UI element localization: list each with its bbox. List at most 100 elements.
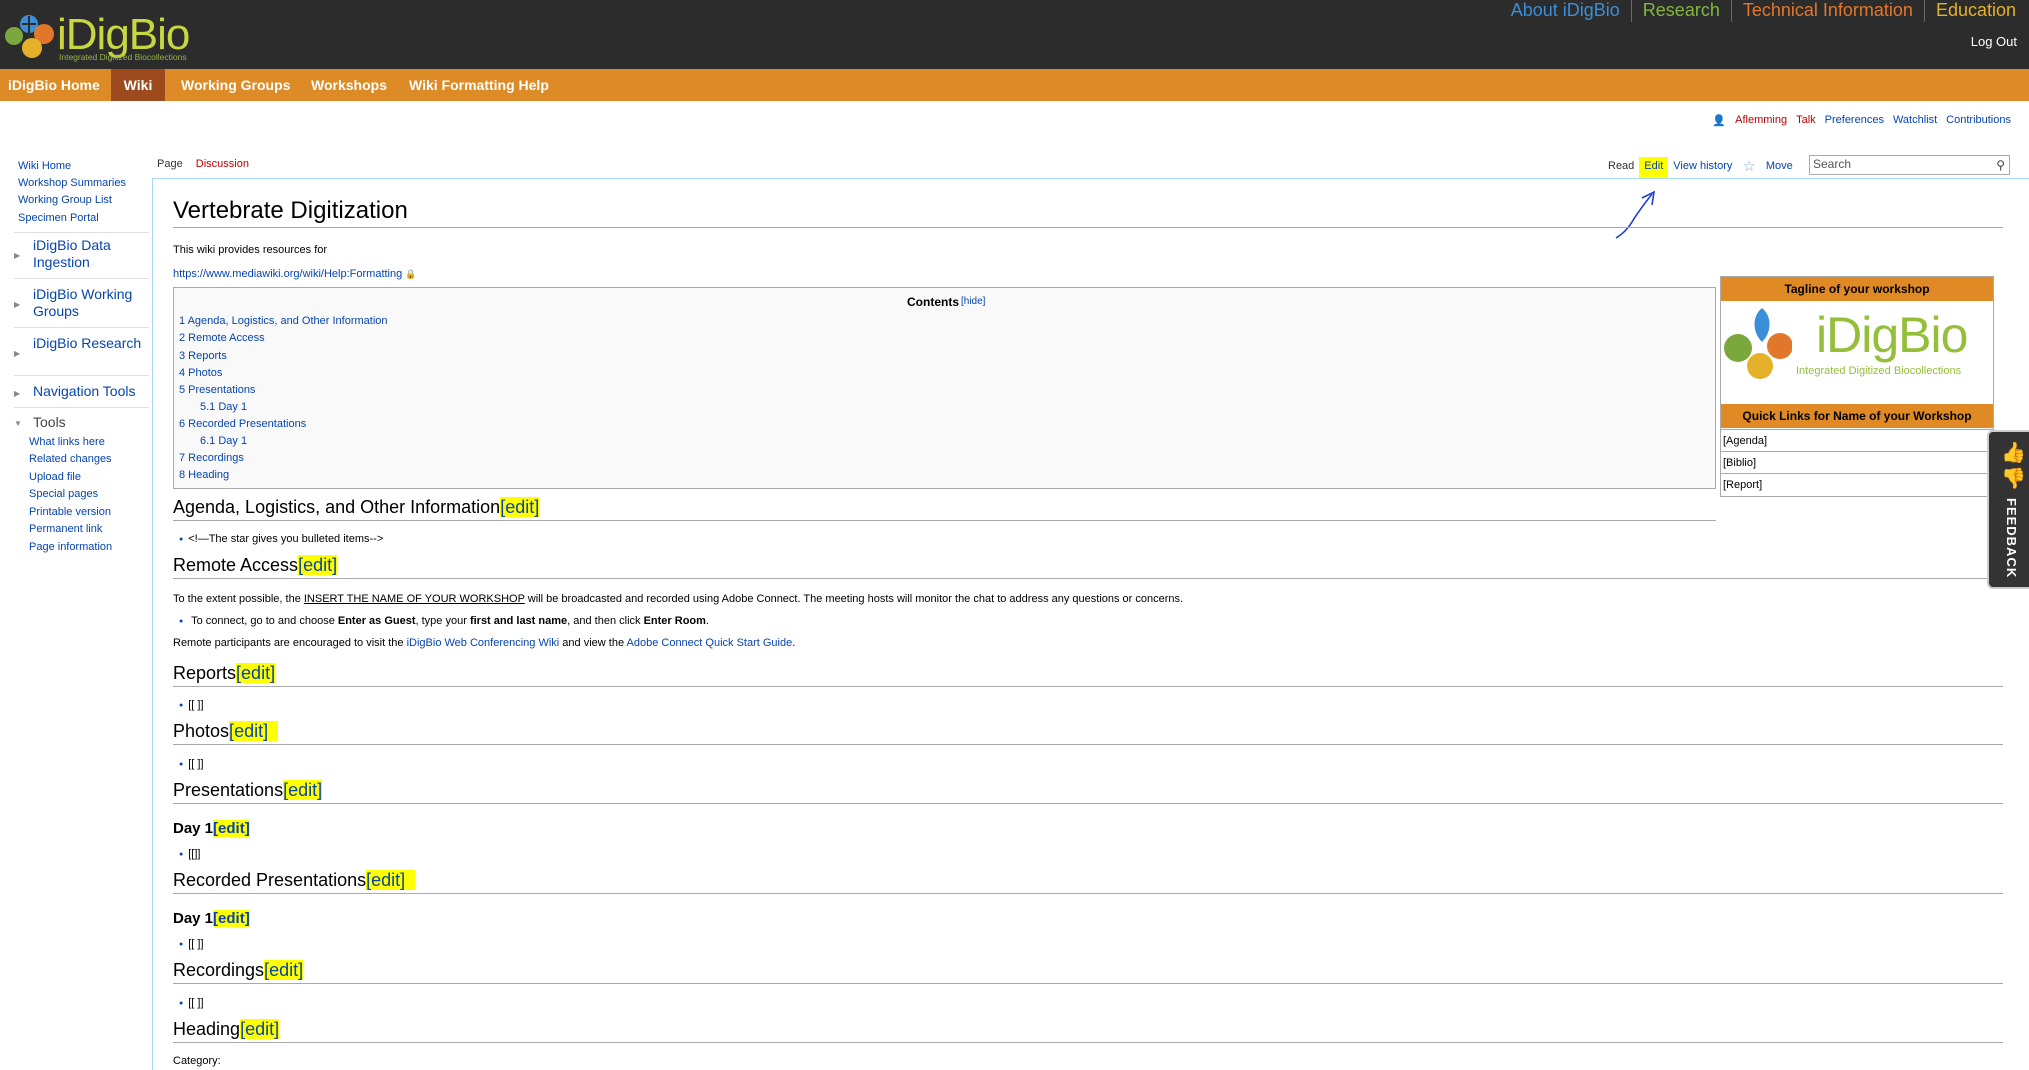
sidebar-portal-research[interactable]: iDigBio Research bbox=[33, 335, 148, 352]
edit-section-link[interactable]: [edit] bbox=[213, 820, 250, 837]
nav-wiki[interactable]: Wiki bbox=[111, 69, 165, 101]
edit-link-text[interactable]: edit bbox=[288, 780, 317, 800]
tool-upload-file[interactable]: Upload file bbox=[29, 471, 81, 483]
edit-section-link[interactable]: [edit] bbox=[236, 663, 276, 683]
tab-move[interactable]: Move bbox=[1761, 157, 1798, 178]
edit-link-text[interactable]: edit bbox=[218, 910, 245, 927]
toc-item[interactable]: 7 Recordings bbox=[179, 452, 244, 464]
tool-page-information[interactable]: Page information bbox=[29, 541, 112, 553]
edit-link-text[interactable]: edit bbox=[303, 555, 332, 575]
sidebar-portal-navigation-tools[interactable]: Navigation Tools bbox=[33, 383, 148, 400]
expand-arrow-icon[interactable]: ▶ bbox=[14, 349, 20, 358]
tool-what-links-here[interactable]: What links here bbox=[29, 436, 105, 448]
sidebar-portal-working-groups[interactable]: iDigBio Working Groups bbox=[33, 286, 148, 320]
user-link[interactable]: Aflemming bbox=[1735, 114, 1787, 127]
web-conferencing-wiki-link[interactable]: iDigBio Web Conferencing Wiki bbox=[407, 637, 560, 649]
thumbs-down-icon[interactable]: 👎 bbox=[2001, 466, 2026, 491]
mediawiki-help-link[interactable]: https://www.mediawiki.org/wiki/Help:Form… bbox=[173, 268, 402, 280]
edit-section-link[interactable]: [edit] bbox=[213, 910, 250, 927]
contributions-link[interactable]: Contributions bbox=[1946, 114, 2011, 127]
edit-link-text[interactable]: edit bbox=[218, 820, 245, 837]
edit-section-link[interactable]: [edit] bbox=[229, 721, 279, 741]
remote-participants-text: Remote participants are encouraged to vi… bbox=[173, 637, 404, 649]
workshop-infobox: Tagline of your workshop iDigBio Integra… bbox=[1720, 276, 1994, 497]
photos-bullet: [[ ]] bbox=[179, 758, 203, 770]
sidebar-tools-heading[interactable]: Tools bbox=[33, 414, 148, 431]
edit-link-text[interactable]: edit bbox=[371, 870, 400, 890]
tab-page[interactable]: Page bbox=[157, 158, 183, 170]
top-nav-technical-information[interactable]: Technical Information bbox=[1730, 0, 1924, 22]
sidebar-link-wiki-home[interactable]: Wiki Home bbox=[18, 160, 71, 172]
tab-read[interactable]: Read bbox=[1603, 157, 1639, 178]
edit-link-text[interactable]: edit bbox=[269, 960, 298, 980]
logout-link[interactable]: Log Out bbox=[1971, 34, 2017, 49]
toc-subitem[interactable]: 6.1 Day 1 bbox=[200, 435, 247, 447]
tool-related-changes[interactable]: Related changes bbox=[29, 453, 112, 465]
nav-working-groups[interactable]: Working Groups bbox=[181, 69, 290, 101]
expand-arrow-icon[interactable]: ▶ bbox=[14, 300, 20, 309]
remote-bullet-enter: Enter Room bbox=[643, 615, 706, 627]
tab-edit[interactable]: Edit bbox=[1639, 157, 1669, 178]
toc-item[interactable]: 5 Presentations bbox=[179, 384, 255, 396]
view-tabs: Read Edit View history ☆ Move bbox=[1603, 157, 1798, 178]
nav-wiki-formatting-help[interactable]: Wiki Formatting Help bbox=[409, 69, 549, 101]
idigbio-logo[interactable]: iDigBio Integrated Digitized Biocollecti… bbox=[2, 4, 202, 64]
infobox-link-report[interactable]: [Report] bbox=[1721, 473, 1993, 495]
toc-item[interactable]: 1 Agenda, Logistics, and Other Informati… bbox=[179, 315, 388, 327]
edit-section-link[interactable]: [edit] bbox=[240, 1019, 280, 1039]
infobox-link-agenda[interactable]: [Agenda] bbox=[1721, 429, 1993, 451]
category-label[interactable]: Category: bbox=[173, 1055, 221, 1067]
edit-link-text[interactable]: edit bbox=[234, 721, 263, 741]
feedback-tab[interactable]: 👍 👎 FEEDBACK bbox=[1987, 430, 2029, 589]
tab-view-history[interactable]: View history bbox=[1668, 157, 1737, 178]
watch-star-icon[interactable]: ☆ bbox=[1737, 157, 1760, 178]
toc-hide-toggle[interactable]: [hide] bbox=[961, 296, 985, 307]
tool-permanent-link[interactable]: Permanent link bbox=[29, 523, 102, 535]
sidebar-link-working-group-list[interactable]: Working Group List bbox=[18, 194, 112, 206]
expand-arrow-icon[interactable]: ▶ bbox=[14, 389, 20, 398]
toc-item[interactable]: 3 Reports bbox=[179, 350, 227, 362]
edit-link-text[interactable]: edit bbox=[241, 663, 270, 683]
infobox-quick-links-title: Quick Links for Name of your Workshop bbox=[1721, 404, 1993, 428]
top-nav-education[interactable]: Education bbox=[1923, 0, 2027, 22]
infobox-link-biblio[interactable]: [Biblio] bbox=[1721, 451, 1993, 473]
toc-item[interactable]: 6 Recorded Presentations bbox=[179, 418, 306, 430]
nav-idigbio-home[interactable]: iDigBio Home bbox=[8, 69, 100, 101]
edit-link-text[interactable]: edit bbox=[505, 497, 534, 517]
top-nav-research[interactable]: Research bbox=[1630, 0, 1731, 22]
recordings-bullet: [[ ]] bbox=[179, 997, 203, 1009]
sidebar-link-specimen-portal[interactable]: Specimen Portal bbox=[18, 212, 99, 224]
talk-link[interactable]: Talk bbox=[1796, 114, 1816, 127]
edit-section-link[interactable]: [edit] bbox=[366, 870, 416, 890]
sidebar-portal-data-ingestion[interactable]: iDigBio Data Ingestion bbox=[33, 237, 148, 271]
toc-item[interactable]: 8 Heading bbox=[179, 469, 229, 481]
adobe-connect-guide-link[interactable]: Adobe Connect Quick Start Guide bbox=[627, 637, 793, 649]
edit-link-text[interactable]: edit bbox=[245, 1019, 274, 1039]
toc-item[interactable]: 2 Remote Access bbox=[179, 332, 265, 344]
edit-section-link[interactable]: [edit] bbox=[500, 497, 540, 517]
nav-workshops[interactable]: Workshops bbox=[311, 69, 387, 101]
search-input[interactable]: Search ⚲ bbox=[1809, 155, 2010, 175]
tab-discussion[interactable]: Discussion bbox=[196, 158, 249, 170]
sidebar-link-workshop-summaries[interactable]: Workshop Summaries bbox=[18, 177, 126, 189]
toc-item[interactable]: 4 Photos bbox=[179, 367, 222, 379]
heading-remote-text: Remote Access bbox=[173, 555, 299, 575]
thumbs-up-icon[interactable]: 👍 bbox=[2001, 440, 2026, 465]
table-of-contents: Contents [hide] 1 Agenda, Logistics, and… bbox=[173, 287, 1716, 489]
edit-section-link[interactable]: [edit] bbox=[264, 960, 304, 980]
toc-subitem[interactable]: 5.1 Day 1 bbox=[200, 401, 247, 413]
collapse-arrow-icon[interactable]: ▼ bbox=[14, 419, 22, 428]
expand-arrow-icon[interactable]: ▶ bbox=[14, 251, 20, 260]
day1b-bullet: [[ ]] bbox=[179, 938, 203, 950]
preferences-link[interactable]: Preferences bbox=[1825, 114, 1884, 127]
heading-agenda-text: Agenda, Logistics, and Other Information bbox=[173, 497, 501, 517]
search-icon[interactable]: ⚲ bbox=[1996, 158, 2005, 172]
tool-special-pages[interactable]: Special pages bbox=[29, 488, 98, 500]
infobox-logo: iDigBio Integrated Digitized Biocollecti… bbox=[1722, 302, 1992, 382]
edit-section-link[interactable]: [edit] bbox=[298, 555, 338, 575]
top-nav-about[interactable]: About iDigBio bbox=[1500, 0, 1631, 22]
watchlist-link[interactable]: Watchlist bbox=[1893, 114, 1937, 127]
edit-section-link[interactable]: [edit] bbox=[283, 780, 323, 800]
page-title: Vertebrate Digitization bbox=[173, 197, 2003, 228]
tool-printable-version[interactable]: Printable version bbox=[29, 506, 111, 518]
